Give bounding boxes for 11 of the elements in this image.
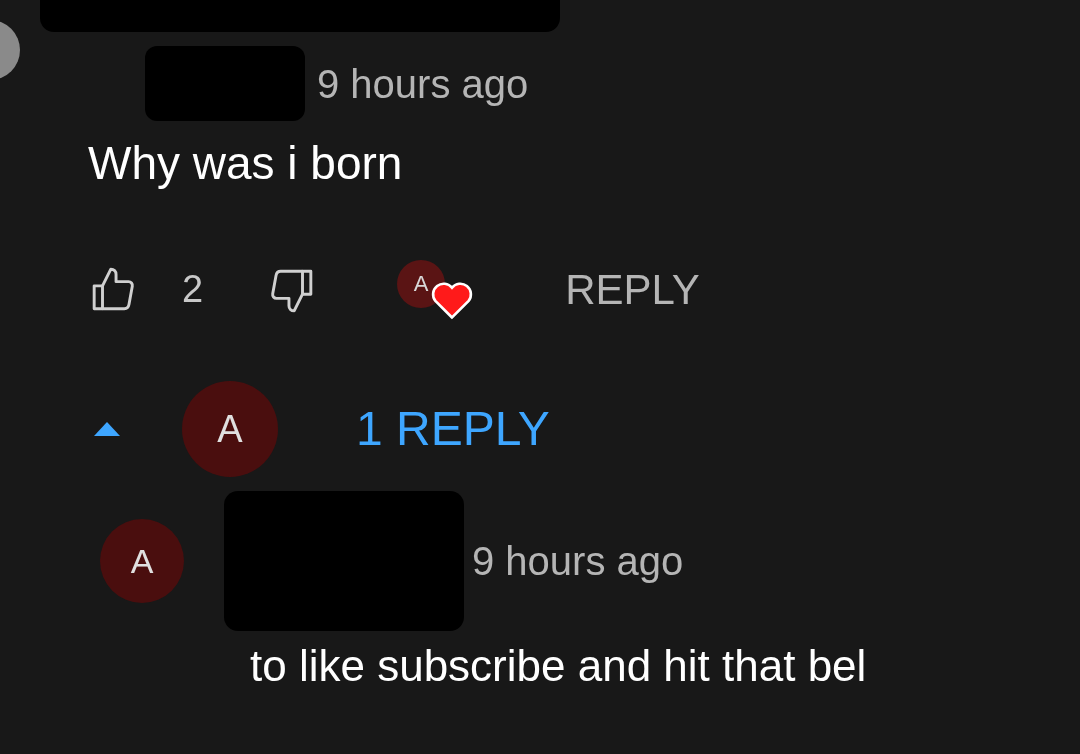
view-replies-button[interactable]: 1 REPLY xyxy=(356,393,550,465)
like-count: 2 xyxy=(182,267,204,312)
comment-timestamp: 9 hours ago xyxy=(317,60,529,108)
user-avatar: A xyxy=(182,381,278,477)
comment-text: Why was i born xyxy=(88,136,404,191)
reply-text: to like subscribe and hit that bel xyxy=(250,640,868,692)
creator-avatar: A xyxy=(397,259,446,308)
reply-timestamp: 9 hours ago xyxy=(472,538,684,585)
user-avatar: A xyxy=(100,519,184,603)
caret-up-icon[interactable] xyxy=(92,420,122,438)
reply-button[interactable]: REPLY xyxy=(565,258,700,321)
